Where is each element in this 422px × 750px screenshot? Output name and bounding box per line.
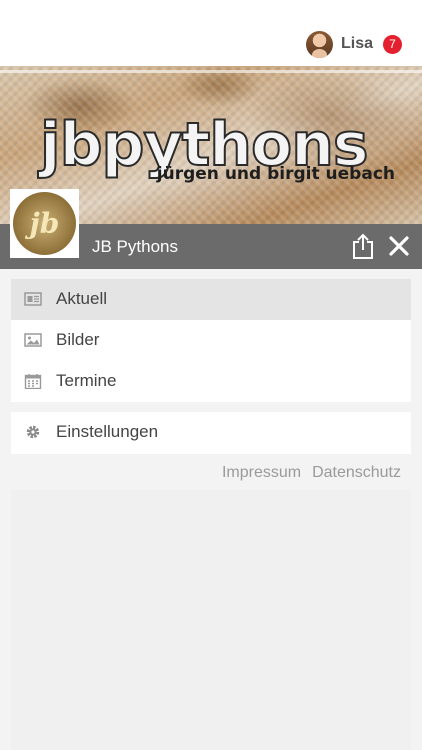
datenschutz-link[interactable]: Datenschutz (312, 464, 401, 482)
content-area (11, 490, 411, 750)
calendar-icon (24, 374, 42, 389)
newspaper-icon (24, 292, 42, 306)
settings-menu: Einstellungen (11, 412, 411, 454)
user-name[interactable]: Lisa (341, 35, 373, 53)
user-profile[interactable]: Lisa 7 (305, 30, 402, 58)
page-title: JB Pythons (92, 237, 178, 256)
image-icon (24, 333, 42, 347)
app-logo: jb (10, 189, 79, 258)
banner-stripe (0, 70, 422, 73)
close-icon[interactable] (388, 235, 410, 257)
brand-subtitle: jürgen und birgit uebach (156, 164, 395, 184)
footer-links: Impressum Datenschutz (222, 464, 401, 482)
menu-item-label: Einstellungen (56, 422, 159, 441)
menu-item-bilder[interactable]: Bilder (11, 320, 411, 361)
menu-item-label: Termine (56, 371, 117, 390)
main-menu: Aktuell Bilder Termine (11, 279, 411, 402)
notification-badge[interactable]: 7 (383, 34, 402, 54)
gear-icon (26, 425, 40, 439)
top-bar: Lisa 7 (0, 0, 422, 66)
menu-item-termine[interactable]: Termine (11, 361, 411, 402)
impressum-link[interactable]: Impressum (222, 464, 301, 482)
menu-item-label: Bilder (56, 330, 100, 349)
logo-emblem: jb (13, 192, 76, 255)
menu-item-aktuell[interactable]: Aktuell (11, 279, 411, 320)
avatar[interactable] (305, 30, 333, 58)
share-icon[interactable] (351, 233, 375, 259)
menu-item-einstellungen[interactable]: Einstellungen (11, 412, 411, 453)
menu-item-label: Aktuell (56, 289, 108, 308)
